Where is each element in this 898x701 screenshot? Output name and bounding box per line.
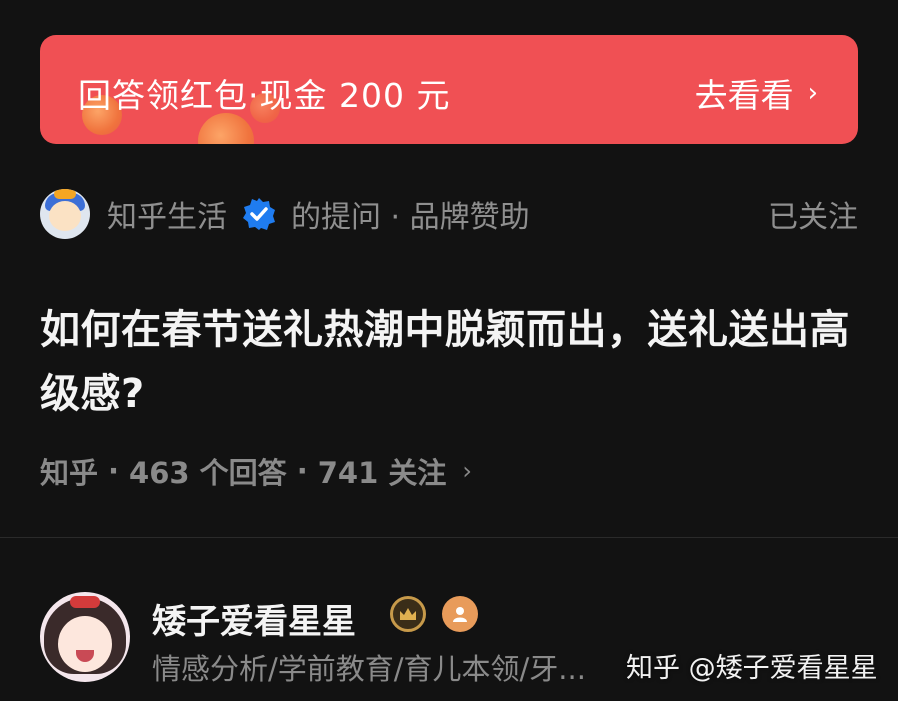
- stats-source: 知乎: [40, 456, 99, 490]
- coin-decoration: [198, 113, 254, 144]
- banner-text: 回答领红包·现金 200 元: [78, 76, 451, 115]
- stats-separator: ·: [108, 454, 120, 488]
- chevron-right-icon: ›: [807, 78, 818, 108]
- page: 回答领红包·现金 200 元 去看看 › 知乎生活 的提问 · 品牌赞助 已关注…: [0, 0, 898, 701]
- stats-answers: 463 个回答: [129, 456, 287, 490]
- asker-row: 知乎生活 的提问 · 品牌赞助 已关注: [40, 188, 858, 240]
- asker-suffix: 的提问 · 品牌赞助: [291, 200, 530, 235]
- question-title[interactable]: 如何在春节送礼热潮中脱颖而出，送礼送出高级感?: [40, 298, 858, 426]
- person-badge-icon[interactable]: [442, 596, 478, 632]
- question-stats[interactable]: 知乎 · 463 个回答 · 741 关注 ›: [40, 450, 472, 492]
- red-packet-banner[interactable]: 回答领红包·现金 200 元 去看看 ›: [40, 35, 858, 144]
- follow-status-button[interactable]: 已关注: [768, 192, 858, 236]
- stats-follows: 741 关注: [317, 456, 447, 490]
- divider: [0, 537, 898, 538]
- verified-check-icon: [243, 198, 275, 230]
- answerer-bio: 情感分析/学前教育/育儿本领/牙...: [152, 652, 586, 686]
- asker-name[interactable]: 知乎生活: [107, 192, 227, 236]
- answerer-avatar[interactable]: [40, 592, 130, 682]
- chevron-right-icon: ›: [462, 457, 472, 485]
- banner-cta-label: 去看看: [694, 76, 794, 115]
- asker-avatar[interactable]: [40, 189, 90, 239]
- stats-separator: ·: [296, 454, 308, 488]
- watermark: 知乎 @矮子爱看星星: [626, 653, 878, 684]
- banner-cta-button[interactable]: 去看看 ›: [695, 69, 818, 117]
- crown-badge-icon[interactable]: [390, 596, 426, 632]
- answerer-name[interactable]: 矮子爱看星星: [152, 594, 356, 643]
